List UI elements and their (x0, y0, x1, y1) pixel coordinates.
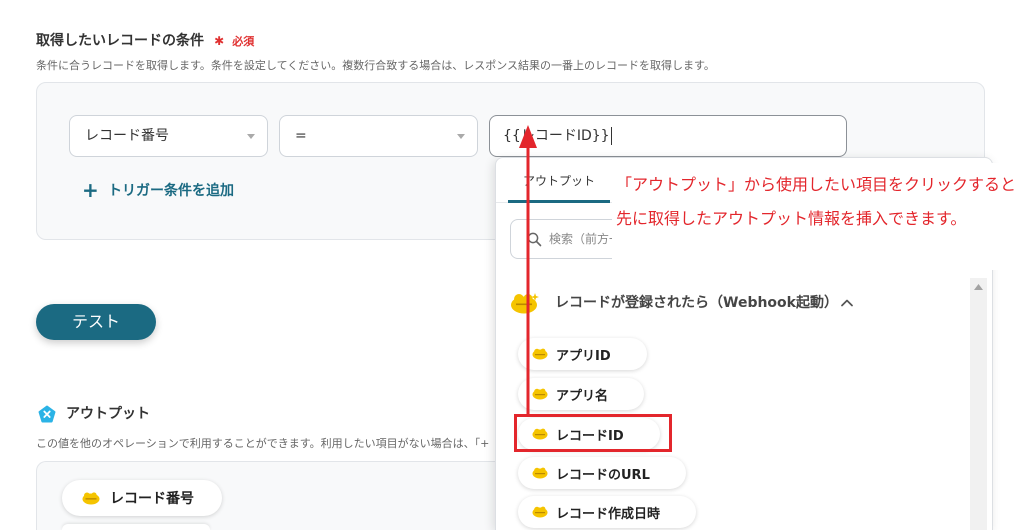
dropdown-item-label: アプリ名 (556, 388, 609, 404)
operator-select-value: = (295, 128, 307, 144)
plus-icon: + (82, 178, 99, 202)
kintone-icon (532, 467, 548, 479)
dropdown-item-label: レコード作成日時 (556, 506, 661, 522)
output-title: アウトプット (66, 406, 150, 422)
dropdown-item-chip[interactable]: レコード作成日時 (518, 496, 697, 528)
chevron-up-icon[interactable] (841, 298, 853, 307)
scrollbar[interactable] (970, 278, 987, 530)
annotation-line: 先に取得したアウトプット情報を挿入できます。 (616, 209, 967, 228)
dropdown-item-label: レコードのURL (556, 467, 650, 483)
test-button[interactable]: テスト (36, 304, 156, 340)
add-trigger-condition-button[interactable]: + トリガー条件を追加 (82, 180, 234, 200)
output-description: この値を他のオペレーションで利用することができます。利用したい項目がない場合は、… (36, 437, 490, 450)
required-label: 必須 (232, 35, 255, 48)
value-input[interactable]: {{レコードID}} (489, 115, 847, 157)
output-icon (38, 405, 56, 423)
annotation-line: 「アウトプット」から使用したい項目をクリックすると (616, 175, 1017, 194)
annotation-highlight-box (514, 414, 672, 452)
operator-select[interactable]: = (279, 115, 478, 157)
add-trigger-label: トリガー条件を追加 (108, 183, 234, 199)
condition-description: 条件に合うレコードを取得します。条件を設定してください。複数行合致する場合は、レ… (36, 59, 715, 72)
text-caret (610, 127, 612, 145)
condition-title: 取得したいレコードの条件 (36, 33, 204, 49)
arrow-up-icon (519, 125, 537, 416)
dropdown-item-label: アプリID (556, 348, 611, 364)
condition-title-row: 取得したいレコードの条件 ✱ 必須 (36, 31, 254, 49)
kintone-icon (532, 506, 548, 518)
required-mark: ✱ (214, 34, 225, 48)
output-chip-label: レコード番号 (110, 491, 194, 507)
chevron-down-icon (457, 134, 465, 139)
kintone-icon (82, 491, 100, 504)
chevron-down-icon (247, 134, 255, 139)
section-title[interactable]: レコードが登録されたら（Webhook起動） (555, 294, 838, 312)
dropdown-item-chip[interactable]: レコードのURL (518, 457, 686, 489)
annotation-callout: 「アウトプット」から使用したい項目をクリックすると 先に取得したアウトプット情報… (612, 163, 1027, 270)
field-select-value: レコード番号 (85, 128, 169, 144)
output-chip[interactable] (62, 524, 210, 530)
scroll-up-arrow-icon[interactable] (974, 284, 983, 290)
field-select[interactable]: レコード番号 (69, 115, 268, 157)
output-chip[interactable]: レコード番号 (62, 480, 222, 516)
